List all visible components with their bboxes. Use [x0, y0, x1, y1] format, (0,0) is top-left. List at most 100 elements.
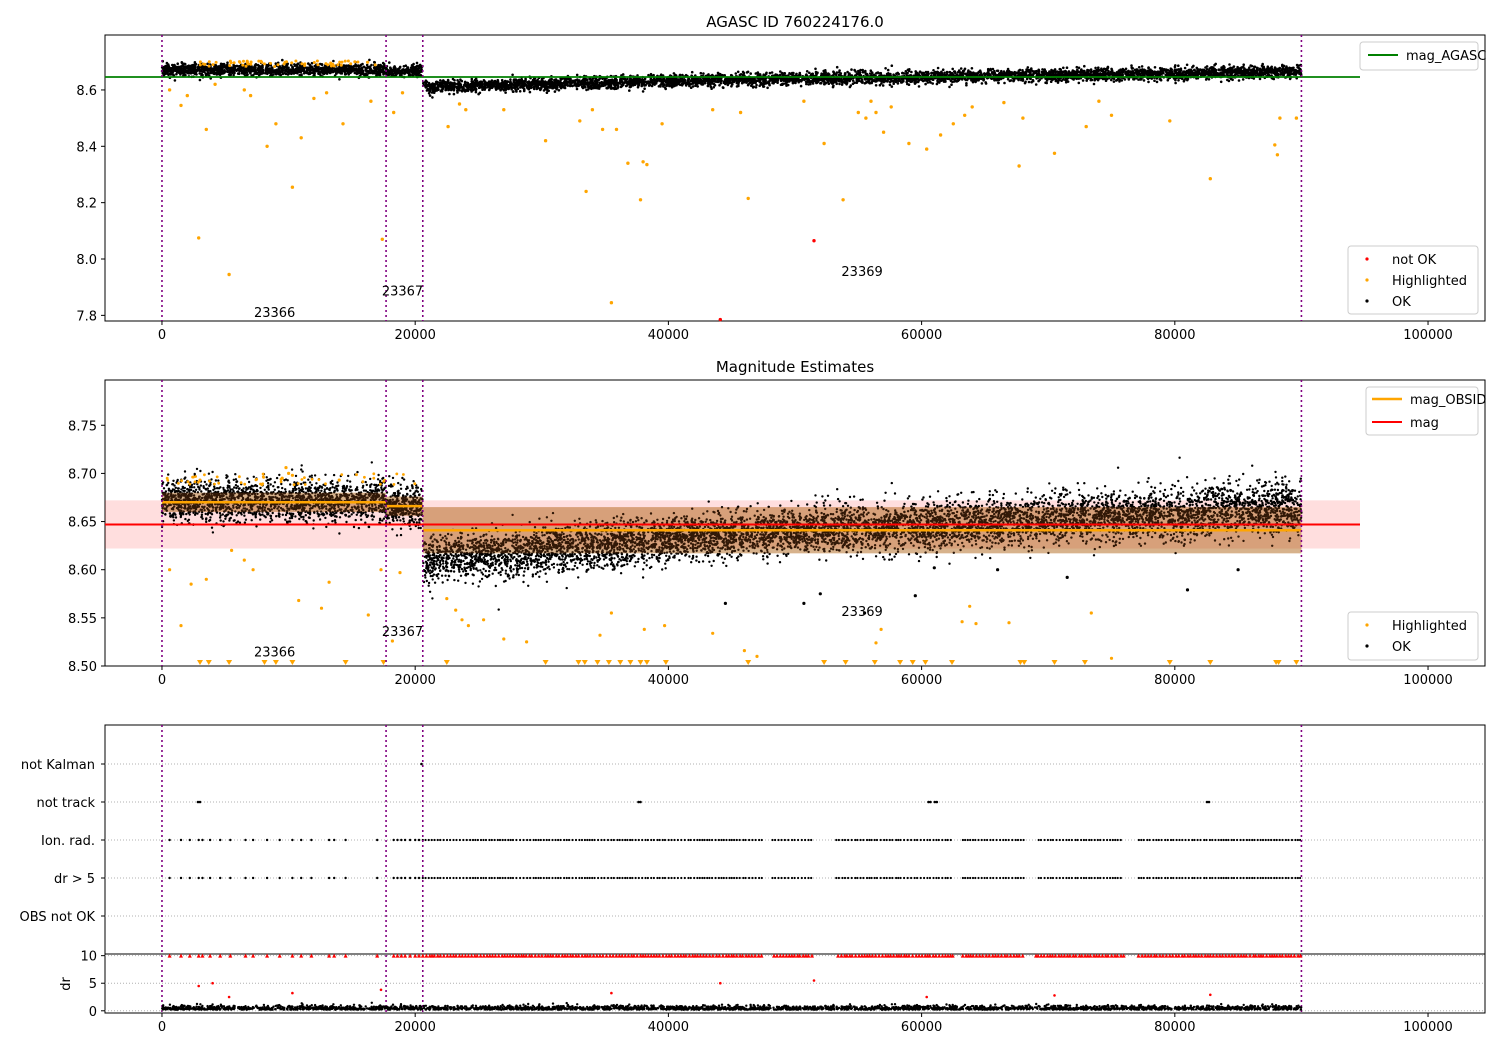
ok-point [478, 91, 482, 95]
ok-point [245, 71, 249, 74]
ok-point [528, 90, 532, 94]
ok-point [1125, 72, 1128, 76]
ok-point [563, 86, 567, 90]
ok-point [1140, 65, 1144, 68]
ok-point [886, 68, 890, 72]
ok-point [861, 68, 864, 72]
ok-point [459, 78, 462, 81]
ok-point [823, 80, 826, 83]
ok-point [1122, 70, 1125, 74]
ok-point [980, 82, 984, 85]
ok-point [837, 73, 841, 77]
ok-point [1294, 73, 1297, 76]
ok-point [951, 67, 954, 71]
ok-point [922, 79, 925, 83]
ok-point [1008, 79, 1012, 83]
ok-point [283, 71, 287, 75]
ok-point [1032, 70, 1036, 73]
ok-point [169, 69, 173, 73]
ok-point [1252, 67, 1256, 71]
ok-point [571, 84, 574, 88]
ok-point [936, 66, 940, 70]
ok-point [950, 83, 953, 86]
ok-point [344, 72, 348, 76]
ok-point [910, 70, 913, 74]
ok-point [1193, 68, 1196, 72]
ok-point [941, 68, 945, 71]
ok-point [883, 79, 886, 82]
ok-point [636, 85, 640, 89]
ok-point [776, 81, 779, 84]
ok-point [805, 70, 809, 73]
ok-point [850, 68, 853, 71]
ok-point [1296, 69, 1300, 73]
ok-point [512, 90, 515, 93]
ok-point [1241, 78, 1245, 81]
ok-point [1270, 65, 1273, 69]
ok-point [878, 72, 881, 75]
ok-point [161, 72, 165, 75]
ok-point [1174, 81, 1177, 85]
ok-point [1172, 72, 1176, 76]
ok-point [185, 66, 189, 70]
ok-point [770, 71, 774, 74]
ok-point [738, 73, 742, 77]
ok-point [1097, 69, 1100, 73]
ok-point [807, 83, 810, 86]
ok-point [1284, 66, 1288, 70]
ok-point [629, 85, 632, 89]
ok-point [482, 86, 486, 89]
ok-point [255, 72, 259, 76]
ok-point [849, 84, 853, 87]
ok-point [532, 87, 536, 91]
ok-point [1062, 70, 1065, 73]
ok-point [176, 62, 179, 65]
ok-point [1258, 77, 1262, 81]
ok-point [835, 71, 839, 74]
ok-point [478, 80, 482, 84]
ok-point [858, 71, 862, 74]
ok-point [1188, 72, 1191, 76]
ok-point [1094, 66, 1097, 70]
ok-point [823, 82, 826, 86]
ok-point [931, 82, 934, 85]
ok-point [1160, 72, 1163, 76]
ok-point [458, 88, 461, 92]
ok-point [584, 85, 587, 89]
ok-point [1089, 70, 1093, 74]
ok-point [1253, 73, 1256, 76]
ok-point [165, 67, 169, 71]
ok-point [917, 85, 921, 88]
ok-point [1035, 69, 1038, 73]
ok-point [735, 85, 739, 88]
ok-point [504, 91, 507, 94]
ok-point [1115, 71, 1119, 75]
ok-point [193, 63, 196, 67]
ok-point [1177, 64, 1180, 67]
ok-point [540, 77, 544, 81]
ok-point [474, 90, 478, 94]
ok-point [896, 71, 899, 75]
ok-point [621, 73, 625, 76]
ok-point [851, 79, 855, 82]
ok-point [838, 82, 841, 86]
ok-point [690, 70, 694, 74]
ok-point [1090, 78, 1094, 82]
ok-point [814, 70, 818, 74]
ok-point [1182, 79, 1186, 83]
ok-point [478, 86, 481, 89]
ok-point [890, 85, 894, 88]
ok-point [338, 78, 341, 81]
ok-point [890, 64, 894, 67]
ok-point [1081, 79, 1085, 82]
ok-point [1207, 78, 1211, 81]
ok-point [339, 66, 343, 70]
ok-point [478, 83, 482, 86]
ok-point [494, 88, 498, 91]
ok-point [940, 70, 943, 74]
ok-point [615, 81, 619, 85]
ok-point [958, 70, 961, 74]
panel-agasc: AGASC ID 760224176.0 2336623367233690 200… [76, 13, 1486, 343]
ok-point [884, 67, 887, 70]
ok-point [593, 86, 597, 90]
